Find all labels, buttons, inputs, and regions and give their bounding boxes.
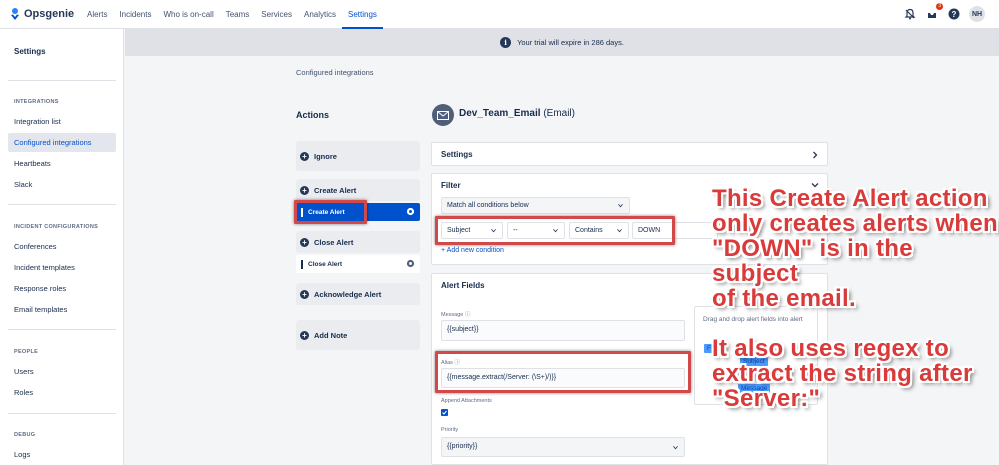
append-attachments-label: Append Attachments xyxy=(441,398,492,404)
close-alert-action-label: Close Alert xyxy=(314,237,354,247)
priority-label: Priority xyxy=(441,427,459,433)
add-new-condition-link[interactable]: + Add new condition xyxy=(441,247,504,254)
ignore-action-label: Ignore xyxy=(314,151,337,161)
alert-fields-title: Alert Fields xyxy=(441,281,485,290)
close-alert-rule[interactable]: Close Alert xyxy=(296,255,420,273)
settings-sidebar: Settings INTEGRATIONS Integration list C… xyxy=(0,29,124,465)
match-conditions-select[interactable]: Match all conditions below xyxy=(441,197,630,214)
close-alert-rule-label: Close Alert xyxy=(308,260,343,268)
priority-value: {{priority}} xyxy=(447,443,478,450)
sidebar-heading-integrations: INTEGRATIONS xyxy=(14,99,59,105)
main-nav: Alerts Incidents Who is on-call Teams Se… xyxy=(81,0,383,29)
app-name: Opsgenie xyxy=(24,8,75,20)
sidebar-heading-incident-configurations: INCIDENT CONFIGURATIONS xyxy=(14,224,99,230)
ignore-action-button[interactable]: + Ignore xyxy=(296,141,420,171)
sidebar-item-incident-templates[interactable]: Incident templates xyxy=(8,258,116,277)
highlight-alias-field xyxy=(435,351,691,393)
help-icon[interactable]: ? xyxy=(947,7,961,21)
chevron-right-icon xyxy=(813,151,818,159)
acknowledge-alert-action-label: Acknowledge Alert xyxy=(314,289,382,299)
drag-drop-help-text: Drag and drop alert fields into alert xyxy=(703,316,803,323)
nav-settings[interactable]: Settings xyxy=(342,0,383,29)
add-icon: + xyxy=(300,289,309,299)
nav-who-is-on-call[interactable]: Who is on-call xyxy=(157,0,219,29)
sidebar-divider xyxy=(8,80,116,81)
sidebar-item-response-roles[interactable]: Response roles xyxy=(8,279,116,298)
integration-title: Dev_Team_Email (Email) xyxy=(459,108,575,119)
topbar-actions: 3 ? NH xyxy=(903,3,985,22)
sidebar-item-logs[interactable]: Logs xyxy=(8,445,116,464)
highlight-create-alert-rule xyxy=(294,200,367,224)
settings-panel[interactable]: Settings xyxy=(431,142,828,166)
sidebar-item-users[interactable]: Users xyxy=(8,362,116,381)
email-integration-icon xyxy=(432,104,454,126)
message-field[interactable]: {{subject}} xyxy=(441,320,685,341)
opsgenie-logo[interactable]: Opsgenie xyxy=(10,8,76,20)
gear-icon[interactable] xyxy=(406,207,415,216)
add-icon: + xyxy=(300,151,309,161)
sidebar-heading-debug: DEBUG xyxy=(14,432,36,438)
nav-teams[interactable]: Teams xyxy=(220,0,256,29)
info-icon: i xyxy=(500,37,512,48)
add-icon: + xyxy=(300,237,309,247)
sidebar-divider xyxy=(8,413,116,414)
nav-services[interactable]: Services xyxy=(255,0,298,29)
message-label: Message ⓘ xyxy=(441,312,471,318)
sidebar-item-heartbeats[interactable]: Heartbeats xyxy=(8,154,116,173)
integration-type: (Email) xyxy=(543,108,575,119)
notification-count-badge: 3 xyxy=(936,3,943,10)
highlight-filter-condition xyxy=(435,216,675,245)
actions-title: Actions xyxy=(296,110,330,120)
add-icon: + xyxy=(300,185,309,195)
create-alert-action-label: Create Alert xyxy=(314,185,357,195)
trial-banner-text: Your trial will expire in 286 days. xyxy=(517,38,624,47)
nav-alerts[interactable]: Alerts xyxy=(81,0,113,29)
chevron-down-icon xyxy=(618,203,623,208)
sidebar-item-roles[interactable]: Roles xyxy=(8,383,116,402)
breadcrumb[interactable]: Configured integrations xyxy=(296,68,374,77)
match-conditions-value: Match all conditions below xyxy=(447,202,529,209)
sidebar-item-configured-integrations[interactable]: Configured integrations xyxy=(8,133,116,152)
user-avatar[interactable]: NH xyxy=(969,6,985,22)
add-icon: + xyxy=(300,330,309,340)
append-attachments-checkbox[interactable] xyxy=(441,409,448,416)
sidebar-item-conferences[interactable]: Conferences xyxy=(8,237,116,256)
filter-panel-title: Filter xyxy=(441,181,461,190)
checkmark-icon xyxy=(442,410,447,415)
annotation-filter-explanation: This Create Alert action only creates al… xyxy=(712,185,998,312)
sidebar-item-slack[interactable]: Slack xyxy=(8,175,116,194)
sidebar-item-email-templates[interactable]: Email templates xyxy=(8,300,116,319)
nav-analytics[interactable]: Analytics xyxy=(298,0,342,29)
sidebar-item-integration-list[interactable]: Integration list xyxy=(8,112,116,131)
acknowledge-alert-action-button[interactable]: + Acknowledge Alert xyxy=(296,283,420,305)
priority-select[interactable]: {{priority}} xyxy=(441,437,685,457)
annotation-regex-explanation: It also uses regex to extract the string… xyxy=(712,335,973,412)
gear-icon[interactable] xyxy=(406,259,415,268)
sidebar-title: Settings xyxy=(14,47,46,56)
close-alert-action-button[interactable]: + Close Alert xyxy=(296,231,420,253)
nav-incidents[interactable]: Incidents xyxy=(113,0,157,29)
integration-name: Dev_Team_Email xyxy=(459,108,541,119)
sidebar-divider xyxy=(8,329,116,330)
settings-panel-title: Settings xyxy=(441,150,473,159)
top-navigation-bar: Opsgenie Alerts Incidents Who is on-call… xyxy=(0,0,999,29)
drag-handle-icon[interactable] xyxy=(301,259,303,269)
create-alert-action-button[interactable]: + Create Alert xyxy=(296,179,420,201)
notifications-icon[interactable]: 3 xyxy=(925,3,943,21)
sidebar-heading-people: PEOPLE xyxy=(14,349,39,355)
trial-banner: i Your trial will expire in 286 days. xyxy=(125,29,999,56)
bell-off-icon[interactable] xyxy=(903,7,917,21)
chevron-down-icon xyxy=(673,445,678,450)
svg-text:?: ? xyxy=(952,10,957,19)
add-note-action-label: Add Note xyxy=(314,330,348,340)
add-note-action-button[interactable]: + Add Note xyxy=(296,320,420,350)
opsgenie-logo-icon xyxy=(11,8,19,20)
sidebar-divider xyxy=(8,204,116,205)
